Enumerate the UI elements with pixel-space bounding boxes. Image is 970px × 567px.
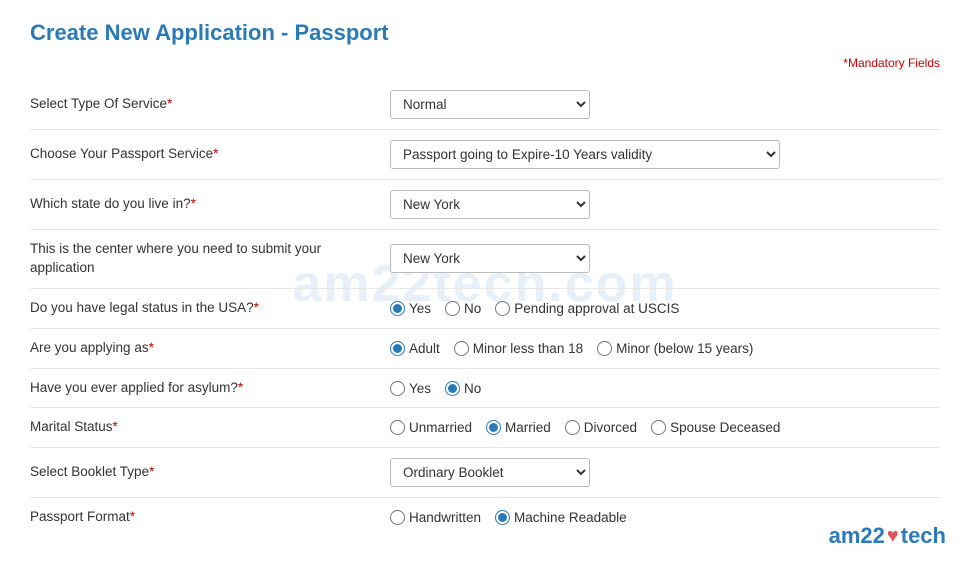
- radio-label-marital_status-divorced: Divorced: [584, 420, 637, 435]
- form-row-asylum: Have you ever applied for asylum?* Yes No: [30, 369, 940, 409]
- radio-item-passport_format-handwritten[interactable]: Handwritten: [390, 510, 481, 525]
- radio-label-passport_format-handwritten: Handwritten: [409, 510, 481, 525]
- required-star-service_type: *: [167, 96, 172, 111]
- required-star-passport_service: *: [213, 146, 218, 161]
- label-legal_status: Do you have legal status in the USA?*: [30, 299, 390, 318]
- radio-input-legal_status-yes[interactable]: [390, 301, 405, 316]
- radio-item-asylum-yes[interactable]: Yes: [390, 381, 431, 396]
- required-star-legal_status: *: [254, 300, 259, 315]
- radio-label-asylum-yes: Yes: [409, 381, 431, 396]
- required-star-asylum: *: [238, 380, 243, 395]
- radio-group-applying_as: Adult Minor less than 18 Minor (below 15 y…: [390, 341, 753, 356]
- label-asylum: Have you ever applied for asylum?*: [30, 379, 390, 398]
- required-star-applying_as: *: [149, 340, 154, 355]
- label-marital_status: Marital Status*: [30, 418, 390, 437]
- radio-item-legal_status-pending[interactable]: Pending approval at USCIS: [495, 301, 679, 316]
- radio-item-legal_status-no[interactable]: No: [445, 301, 481, 316]
- control-passport_service: Passport going to Expire-10 Years validi…: [390, 140, 940, 169]
- select-passport_service[interactable]: Passport going to Expire-10 Years validi…: [390, 140, 780, 169]
- radio-label-marital_status-spouse_deceased: Spouse Deceased: [670, 420, 780, 435]
- label-passport_format: Passport Format*: [30, 508, 390, 527]
- application-form: Select Type Of Service*NormalUrgentChoos…: [30, 80, 940, 537]
- radio-input-passport_format-handwritten[interactable]: [390, 510, 405, 525]
- radio-input-applying_as-minor15[interactable]: [597, 341, 612, 356]
- form-row-passport_service: Choose Your Passport Service*Passport go…: [30, 130, 940, 180]
- radio-label-legal_status-no: No: [464, 301, 481, 316]
- radio-input-passport_format-machine_readable[interactable]: [495, 510, 510, 525]
- radio-input-marital_status-married[interactable]: [486, 420, 501, 435]
- radio-input-legal_status-pending[interactable]: [495, 301, 510, 316]
- radio-item-applying_as-minor15[interactable]: Minor (below 15 years): [597, 341, 753, 356]
- required-star-booklet_type: *: [149, 464, 154, 479]
- radio-group-passport_format: Handwritten Machine Readable: [390, 510, 627, 525]
- label-booklet_type: Select Booklet Type*: [30, 463, 390, 482]
- control-state: New YorkCaliforniaTexas: [390, 190, 940, 219]
- label-passport_service: Choose Your Passport Service*: [30, 145, 390, 164]
- form-row-legal_status: Do you have legal status in the USA?*Yes…: [30, 289, 940, 329]
- radio-group-marital_status: Unmarried Married Divorced Spouse Deceased: [390, 420, 780, 435]
- control-marital_status: Unmarried Married Divorced Spouse Deceased: [390, 420, 940, 435]
- label-applying_as: Are you applying as*: [30, 339, 390, 358]
- label-center: This is the center where you need to sub…: [30, 240, 390, 278]
- radio-label-applying_as-minor18: Minor less than 18: [473, 341, 583, 356]
- select-service_type[interactable]: NormalUrgent: [390, 90, 590, 119]
- radio-label-legal_status-pending: Pending approval at USCIS: [514, 301, 679, 316]
- radio-label-applying_as-minor15: Minor (below 15 years): [616, 341, 753, 356]
- radio-input-marital_status-unmarried[interactable]: [390, 420, 405, 435]
- logo-text-after: tech: [901, 523, 946, 549]
- radio-label-marital_status-unmarried: Unmarried: [409, 420, 472, 435]
- radio-input-applying_as-minor18[interactable]: [454, 341, 469, 356]
- form-row-passport_format: Passport Format* Handwritten Machine Reada…: [30, 498, 940, 537]
- radio-item-passport_format-machine_readable[interactable]: Machine Readable: [495, 510, 627, 525]
- radio-label-passport_format-machine_readable: Machine Readable: [514, 510, 627, 525]
- form-row-marital_status: Marital Status* Unmarried Married Divorced S…: [30, 408, 940, 448]
- mandatory-note: *Mandatory Fields: [30, 56, 940, 70]
- select-state[interactable]: New YorkCaliforniaTexas: [390, 190, 590, 219]
- radio-group-legal_status: Yes No Pending approval at USCIS: [390, 301, 679, 316]
- form-row-state: Which state do you live in?*New YorkCali…: [30, 180, 940, 230]
- radio-label-applying_as-adult: Adult: [409, 341, 440, 356]
- control-booklet_type: Ordinary BookletOfficial Booklet: [390, 458, 940, 487]
- radio-label-marital_status-married: Married: [505, 420, 551, 435]
- logo-heart: ♥: [887, 525, 899, 548]
- radio-item-legal_status-yes[interactable]: Yes: [390, 301, 431, 316]
- radio-item-applying_as-adult[interactable]: Adult: [390, 341, 440, 356]
- radio-input-applying_as-adult[interactable]: [390, 341, 405, 356]
- required-star-marital_status: *: [113, 419, 118, 434]
- radio-label-legal_status-yes: Yes: [409, 301, 431, 316]
- label-state: Which state do you live in?*: [30, 195, 390, 214]
- radio-input-marital_status-spouse_deceased[interactable]: [651, 420, 666, 435]
- control-legal_status: Yes No Pending approval at USCIS: [390, 301, 940, 316]
- radio-input-legal_status-no[interactable]: [445, 301, 460, 316]
- radio-item-marital_status-married[interactable]: Married: [486, 420, 551, 435]
- select-booklet_type[interactable]: Ordinary BookletOfficial Booklet: [390, 458, 590, 487]
- required-star-passport_format: *: [130, 509, 135, 524]
- page-title: Create New Application - Passport: [30, 20, 940, 46]
- control-applying_as: Adult Minor less than 18 Minor (below 15 y…: [390, 341, 940, 356]
- radio-item-marital_status-unmarried[interactable]: Unmarried: [390, 420, 472, 435]
- radio-group-asylum: Yes No: [390, 381, 481, 396]
- form-row-applying_as: Are you applying as* Adult Minor less than…: [30, 329, 940, 369]
- radio-item-marital_status-spouse_deceased[interactable]: Spouse Deceased: [651, 420, 780, 435]
- radio-input-asylum-yes[interactable]: [390, 381, 405, 396]
- radio-item-marital_status-divorced[interactable]: Divorced: [565, 420, 637, 435]
- form-row-service_type: Select Type Of Service*NormalUrgent: [30, 80, 940, 130]
- radio-label-asylum-no: No: [464, 381, 481, 396]
- radio-input-asylum-no[interactable]: [445, 381, 460, 396]
- select-center[interactable]: New YorkLos AngelesChicago: [390, 244, 590, 273]
- radio-item-applying_as-minor18[interactable]: Minor less than 18: [454, 341, 583, 356]
- label-service_type: Select Type Of Service*: [30, 95, 390, 114]
- required-star-state: *: [191, 196, 196, 211]
- form-row-booklet_type: Select Booklet Type*Ordinary BookletOffi…: [30, 448, 940, 498]
- radio-item-asylum-no[interactable]: No: [445, 381, 481, 396]
- control-service_type: NormalUrgent: [390, 90, 940, 119]
- form-row-center: This is the center where you need to sub…: [30, 230, 940, 289]
- control-asylum: Yes No: [390, 381, 940, 396]
- logo-text-before: am22: [829, 523, 885, 549]
- radio-input-marital_status-divorced[interactable]: [565, 420, 580, 435]
- am22tech-logo: am22 ♥ tech: [829, 523, 946, 549]
- control-center: New YorkLos AngelesChicago: [390, 244, 940, 273]
